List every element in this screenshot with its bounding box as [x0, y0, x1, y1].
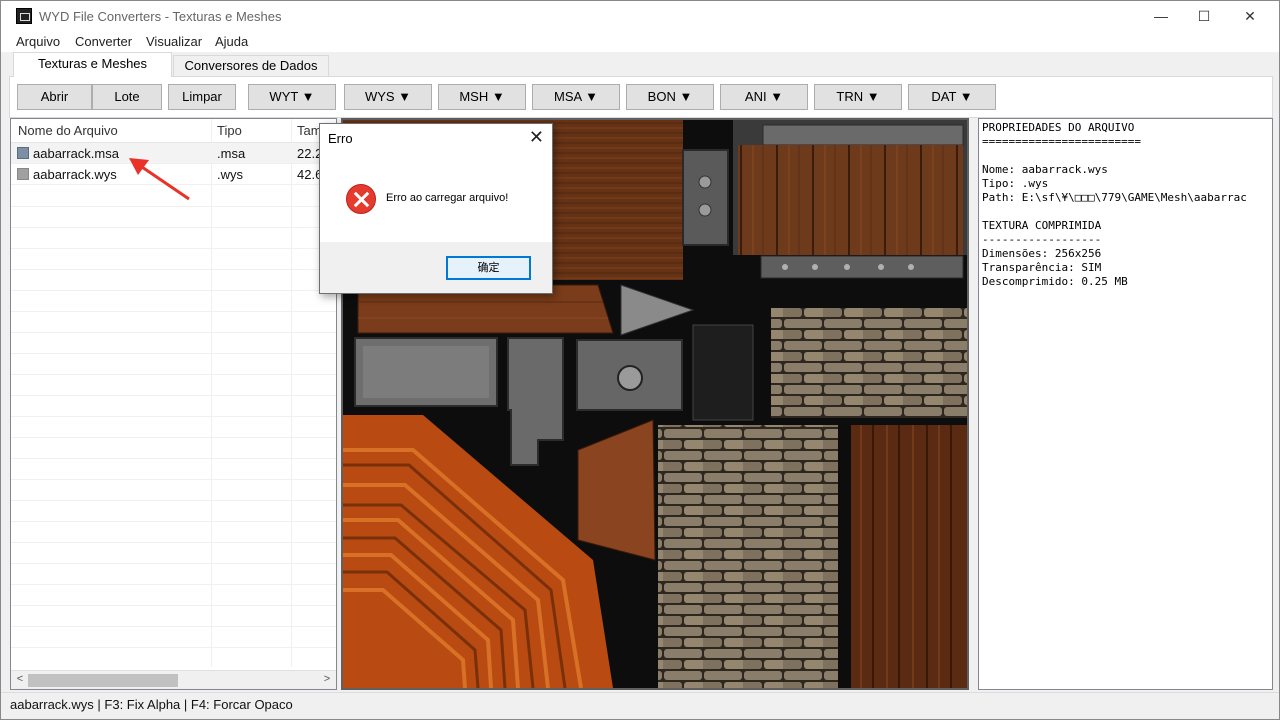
dat-dropdown[interactable]: DAT ▼ [908, 84, 996, 110]
status-bar: aabarrack.wys | F3: Fix Alpha | F4: Forc… [1, 692, 1279, 719]
tab-texturas-e-meshes[interactable]: Texturas e Meshes [13, 52, 172, 77]
empty-row-line [11, 479, 336, 480]
file-icon [17, 168, 29, 180]
empty-row-line [11, 416, 336, 417]
menu-visualizar[interactable]: Visualizar [146, 34, 202, 49]
file-type: .wys [217, 167, 243, 182]
menu-bar: Arquivo Converter Visualizar Ajuda [1, 32, 1279, 52]
annotation-arrow [129, 158, 190, 201]
empty-row-line [11, 269, 336, 270]
empty-row-line [11, 374, 336, 375]
scroll-thumb[interactable] [28, 674, 178, 687]
app-icon [16, 8, 32, 24]
empty-row-line [11, 542, 336, 543]
empty-row-line [11, 626, 336, 627]
empty-row-line [11, 500, 336, 501]
empty-row-line [11, 395, 336, 396]
wys-dropdown[interactable]: WYS ▼ [344, 84, 432, 110]
dialog-message: Erro ao carregar arquivo! [386, 192, 509, 204]
dialog-close-button[interactable]: ✕ [529, 127, 544, 148]
menu-arquivo[interactable]: Arquivo [16, 34, 60, 49]
dialog-title: Erro [328, 131, 353, 146]
bon-dropdown[interactable]: BON ▼ [626, 84, 714, 110]
empty-row-line [11, 206, 336, 207]
abrir-button[interactable]: Abrir [17, 84, 92, 110]
empty-row-line [11, 521, 336, 522]
window-title: WYD File Converters - Texturas e Meshes [39, 9, 282, 24]
empty-row-line [11, 353, 336, 354]
menu-converter[interactable]: Converter [75, 34, 132, 49]
minimize-button[interactable]: — [1138, 1, 1184, 31]
status-text: aabarrack.wys | F3: Fix Alpha | F4: Forc… [10, 697, 293, 712]
menu-ajuda[interactable]: Ajuda [215, 34, 248, 49]
empty-row-line [11, 248, 336, 249]
properties-panel[interactable]: PROPRIEDADES DO ARQUIVO ================… [978, 118, 1273, 690]
error-icon [346, 184, 376, 214]
column-header-nome[interactable]: Nome do Arquivo [18, 123, 118, 138]
limpar-button[interactable]: Limpar [168, 84, 236, 110]
horizontal-scrollbar[interactable]: < > [11, 670, 336, 689]
msh-dropdown[interactable]: MSH ▼ [438, 84, 526, 110]
tab-strip: Texturas e Meshes Conversores de Dados [1, 52, 1279, 77]
file-type: .msa [217, 146, 246, 161]
ani-dropdown[interactable]: ANI ▼ [720, 84, 808, 110]
empty-row-line [11, 332, 336, 333]
close-window-button[interactable]: ✕ [1227, 1, 1273, 31]
empty-row-line [11, 227, 336, 228]
toolbar: Abrir Lote Limpar WYT ▼ WYS ▼ MSH ▼ MSA … [9, 76, 1273, 118]
empty-row-line [11, 290, 336, 291]
tab-conversores-de-dados[interactable]: Conversores de Dados [173, 55, 329, 77]
title-bar: WYD File Converters - Texturas e Meshes … [1, 1, 1279, 32]
file-name: aabarrack.msa [33, 146, 119, 161]
lote-button[interactable]: Lote [92, 84, 162, 110]
error-dialog: Erro ✕ Erro ao carregar arquivo! 确定 [319, 123, 553, 294]
ok-button[interactable]: 确定 [446, 256, 531, 280]
main-window: WYD File Converters - Texturas e Meshes … [0, 0, 1280, 720]
wyt-dropdown[interactable]: WYT ▼ [248, 84, 336, 110]
empty-row-line [11, 605, 336, 606]
trn-dropdown[interactable]: TRN ▼ [814, 84, 902, 110]
empty-row-line [11, 584, 336, 585]
scroll-right-arrow[interactable]: > [320, 673, 334, 685]
empty-row-line [11, 458, 336, 459]
scroll-left-arrow[interactable]: < [13, 673, 27, 685]
file-icon [17, 147, 29, 159]
maximize-button[interactable]: ☐ [1181, 1, 1227, 31]
empty-row-line [11, 437, 336, 438]
msa-dropdown[interactable]: MSA ▼ [532, 84, 620, 110]
column-header-tamanho[interactable]: Tam [297, 123, 322, 138]
file-list-header: Nome do Arquivo Tipo Tam [11, 119, 336, 143]
empty-row-line [11, 647, 336, 648]
file-name: aabarrack.wys [33, 167, 117, 182]
dialog-footer: 确定 [320, 242, 552, 293]
properties-text: PROPRIEDADES DO ARQUIVO ================… [982, 121, 1247, 288]
empty-row-line [11, 563, 336, 564]
empty-row-line [11, 311, 336, 312]
column-header-tipo[interactable]: Tipo [217, 123, 242, 138]
